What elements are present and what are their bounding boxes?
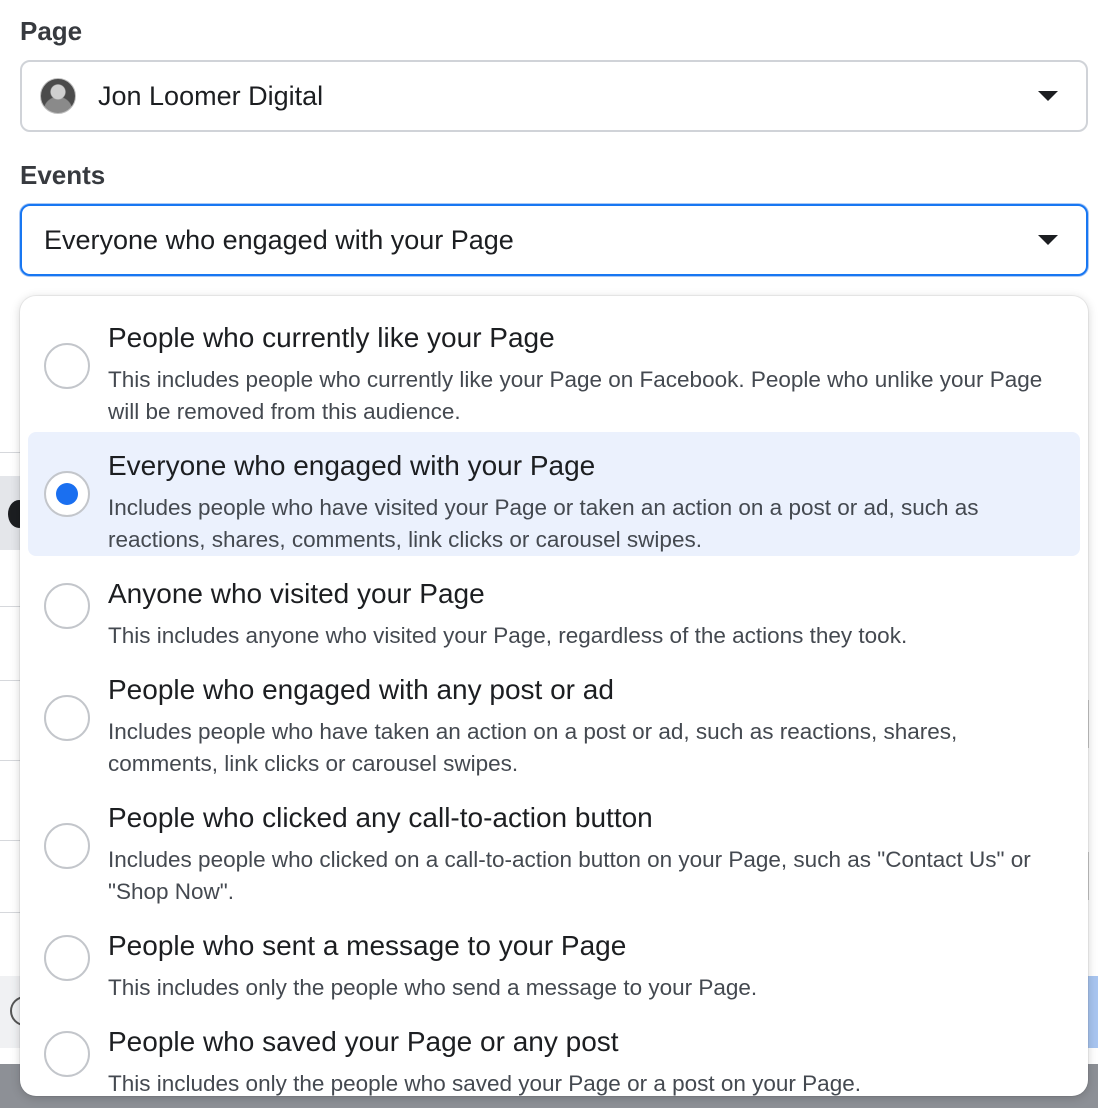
page-avatar [40,78,76,114]
event-option-everyone-engaged[interactable]: Everyone who engaged with your Page Incl… [28,432,1080,556]
event-option-sent-message[interactable]: People who sent a message to your Page T… [28,912,1080,1004]
background-divider [0,840,20,841]
background-divider [0,912,20,913]
event-option-currently-like[interactable]: People who currently like your Page This… [28,304,1080,428]
background-divider [0,452,20,453]
option-title: Anyone who visited your Page [108,578,485,609]
background-field-edge [1088,700,1098,748]
background-divider [0,760,20,761]
option-title: People who clicked any call-to-action bu… [108,802,653,833]
events-dropdown-menu: People who currently like your Page This… [20,296,1088,1096]
chevron-down-icon [1038,235,1058,245]
background-divider [0,606,20,607]
radio-button[interactable] [44,935,90,981]
option-description: This includes only the people who send a… [108,975,758,1000]
event-option-saved-page-post[interactable]: People who saved your Page or any post T… [28,1008,1080,1096]
option-title: Everyone who engaged with your Page [108,450,596,481]
option-description: This includes anyone who visited your Pa… [108,623,908,648]
radio-button[interactable] [44,823,90,869]
page-select[interactable]: Jon Loomer Digital [20,60,1088,132]
option-title: People who sent a message to your Page [108,930,627,961]
option-title: People who saved your Page or any post [108,1026,619,1057]
events-select-value: Everyone who engaged with your Page [44,224,514,255]
event-option-engaged-post-ad[interactable]: People who engaged with any post or ad I… [28,656,1080,780]
radio-button-checked[interactable] [44,471,90,517]
events-select[interactable]: Everyone who engaged with your Page [20,204,1088,276]
page-select-value: Jon Loomer Digital [98,80,324,111]
event-option-visited-page[interactable]: Anyone who visited your Page This includ… [28,560,1080,652]
page-field-label: Page [20,16,83,46]
radio-button[interactable] [44,343,90,389]
chevron-down-icon [1038,91,1058,101]
event-option-clicked-cta[interactable]: People who clicked any call-to-action bu… [28,784,1080,908]
background-field-edge [1088,852,1098,900]
option-title: People who currently like your Page [108,322,555,353]
option-description: Includes people who have taken an action… [108,719,958,776]
option-description: This includes people who currently like … [108,367,1043,424]
option-description: This includes only the people who saved … [108,1071,861,1096]
option-title: People who engaged with any post or ad [108,674,614,705]
radio-button[interactable] [44,1031,90,1077]
option-description: Includes people who have visited your Pa… [108,495,979,552]
events-field-label: Events [20,160,106,190]
radio-button[interactable] [44,583,90,629]
background-divider [0,680,20,681]
option-description: Includes people who clicked on a call-to… [108,847,1031,904]
background-button-edge [1088,976,1098,1048]
radio-button[interactable] [44,695,90,741]
